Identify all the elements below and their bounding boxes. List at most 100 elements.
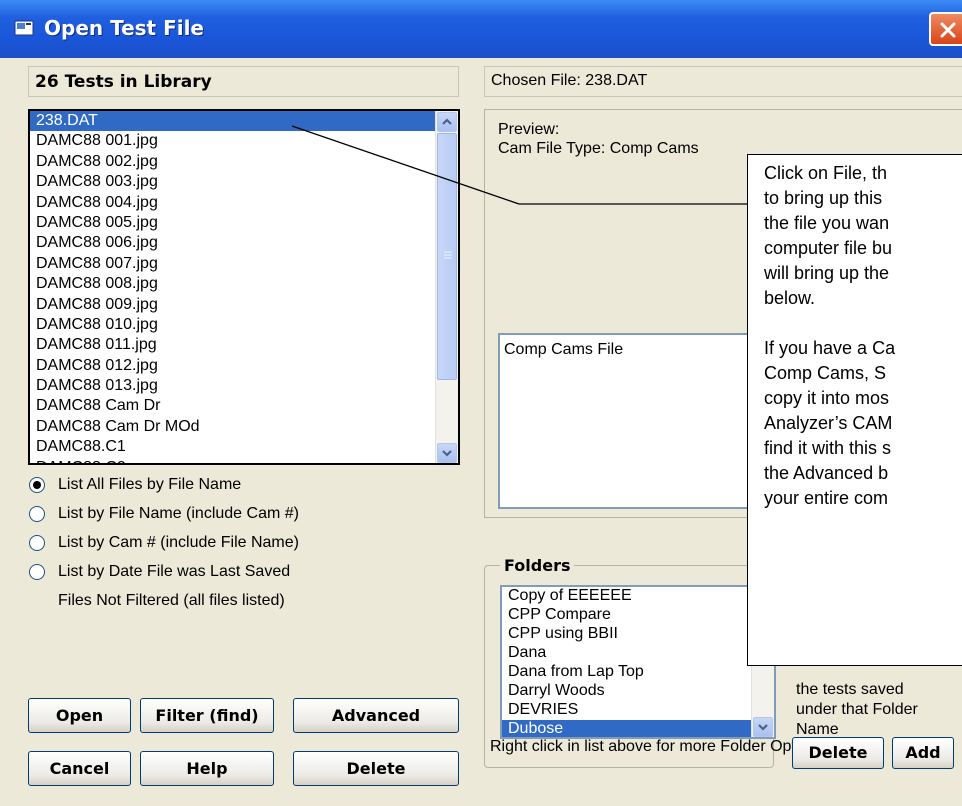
file-list-item[interactable]: DAMC88.C1 [30,437,458,457]
open-button-label: Open [55,706,104,725]
list-option-radio[interactable]: List by Cam # (include File Name) [28,534,468,563]
file-list-item[interactable]: DAMC88 003.jpg [30,172,458,192]
help-callout-line: find it with this s [764,438,892,458]
folder-delete-button[interactable]: Delete [792,737,884,769]
filter-find-button[interactable]: Filter (find) [140,698,274,733]
help-callout-line [764,311,895,336]
help-callout: Click on File, th to bring up this the fil… [747,154,962,666]
file-list-item[interactable]: DAMC88 001.jpg [30,131,458,151]
test-file-list[interactable]: 238.DAT DAMC88 001.jpg DAMC88 002.jpg DAMC8… [28,109,460,465]
folder-list-item[interactable]: Copy of EEEEEE [502,587,774,606]
delete-button-label: Delete [346,759,406,778]
radio-circle-icon[interactable] [29,506,45,522]
file-list-item[interactable]: DAMC88 013.jpg [30,376,458,396]
help-callout-line: copy it into mos [764,388,890,408]
scroll-down-button[interactable] [437,443,457,463]
help-callout-line: Click on File, th [764,163,888,183]
advanced-button-label: Advanced [331,706,421,725]
list-option-label: List by Cam # (include File Name) [58,534,299,551]
folder-list-item[interactable]: Dana from Lap Top [502,663,774,682]
folder-list-item[interactable]: Dubose [502,720,774,737]
list-sort-options: List All Files by File Name List by File … [28,476,468,592]
list-option-radio[interactable]: List All Files by File Name [28,476,468,505]
file-list-item[interactable]: DAMC88 010.jpg [30,315,458,335]
file-list-item[interactable]: DAMC88.C2 [30,458,458,463]
help-callout-text: Click on File, th to bring up this the fil… [764,161,895,511]
radio-circle-icon[interactable] [29,564,45,580]
close-button[interactable] [929,12,962,46]
file-list-item[interactable]: 238.DAT [30,111,458,132]
folder-add-button[interactable]: Add [892,737,954,769]
preview-label: Preview: [498,121,560,138]
preview-textbox[interactable]: Comp Cams File [498,333,770,509]
help-callout-line: computer file bu [764,238,893,258]
folder-list-item[interactable]: Darryl Woods [502,682,774,701]
help-button-label: Help [186,759,228,778]
cancel-button-label: Cancel [49,759,110,778]
file-list-item[interactable]: DAMC88 Cam Dr [30,396,458,416]
file-list-item[interactable]: DAMC88 007.jpg [30,254,458,274]
folder-tip-text: the tests saved under that Folder Name [796,680,918,740]
library-count-header: 26 Tests in Library [28,66,459,97]
folder-list[interactable]: Copy of EEEEEE CPP Compare CPP using BBII D… [500,585,776,739]
file-list-item[interactable]: DAMC88 011.jpg [30,335,458,355]
delete-button[interactable]: Delete [293,751,459,786]
help-callout-line: Analyzer’s CAM [764,413,893,433]
filter-button-label: Filter (find) [155,706,259,725]
open-test-file-window: Open Test File 26 Tests in Library Chose… [0,0,962,806]
file-list-item[interactable]: DAMC88 009.jpg [30,295,458,315]
close-icon [940,22,956,38]
chosen-file-header: Chosen File: 238.DAT [484,66,962,97]
folder-options-hint: Right click in list above for more Folde… [490,738,826,755]
filter-status: Files Not Filtered (all files listed) [58,592,285,609]
list-option-radio[interactable]: List by File Name (include Cam #) [28,505,468,534]
window-title: Open Test File [44,16,204,40]
scroll-up-button[interactable] [437,112,457,132]
list-option-label: List by Date File was Last Saved [58,563,291,580]
help-callout-line: will bring up the [764,263,890,283]
folder-delete-label: Delete [808,743,868,762]
list-option-label: List by File Name (include Cam #) [58,505,299,522]
chevron-down-icon [442,450,452,457]
list-option-label: List All Files by File Name [58,476,242,493]
help-callout-line: to bring up this [764,188,883,208]
list-option-radio[interactable]: List by Date File was Last Saved [28,563,468,592]
open-button[interactable]: Open [28,698,131,733]
file-list-scrollbar[interactable] [435,111,458,463]
file-list-item[interactable]: DAMC88 002.jpg [30,152,458,172]
grip-icon [444,251,452,259]
folder-tip-line: under that Folder [796,701,918,718]
folders-title: Folders [500,556,575,575]
help-callout-line: your entire com [764,488,889,508]
folder-list-item[interactable]: Dana [502,644,774,663]
cancel-button[interactable]: Cancel [28,751,131,786]
folder-list-item[interactable]: CPP using BBII [502,625,774,644]
title-bar[interactable]: Open Test File [0,0,962,58]
help-callout-line: Comp Cams, S [764,363,887,383]
file-list-item[interactable]: DAMC88 012.jpg [30,356,458,376]
preview-text: Preview: Cam File Type: Comp Cams [498,120,699,158]
help-callout-line: the file you wan [764,213,890,233]
file-list-item[interactable]: DAMC88 005.jpg [30,213,458,233]
help-callout-line: below. [764,288,816,308]
folder-tip-line: the tests saved [796,681,904,698]
scroll-thumb[interactable] [437,133,457,380]
cam-file-type: Cam File Type: Comp Cams [498,140,699,157]
folder-list-item[interactable]: CPP Compare [502,606,774,625]
help-button[interactable]: Help [140,751,274,786]
radio-circle-icon[interactable] [29,477,45,493]
chevron-up-icon [442,118,452,125]
help-callout-line: the Advanced b [764,463,889,483]
file-list-item[interactable]: DAMC88 006.jpg [30,233,458,253]
folder-scroll-down-button[interactable] [753,717,773,737]
radio-circle-icon[interactable] [29,535,45,551]
file-list-item[interactable]: DAMC88 008.jpg [30,274,458,294]
file-list-item[interactable]: DAMC88 Cam Dr MOd [30,417,458,437]
window-app-icon [14,20,34,36]
help-callout-line: If you have a Ca [764,338,896,358]
folder-add-label: Add [905,743,941,762]
chevron-down-icon [758,724,768,731]
advanced-button[interactable]: Advanced [293,698,459,733]
file-list-item[interactable]: DAMC88 004.jpg [30,193,458,213]
folder-list-item[interactable]: DEVRIES [502,701,774,720]
